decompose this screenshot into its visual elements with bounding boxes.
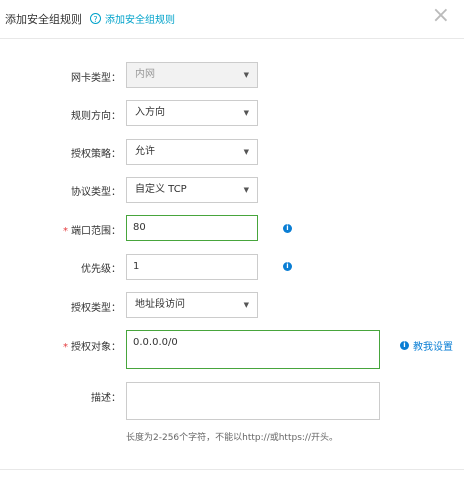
nic-type-value: 内网	[135, 69, 155, 80]
policy-select[interactable]: 允许 ▼	[126, 139, 258, 165]
info-icon[interactable]: i	[283, 262, 292, 271]
protocol-value: 自定义 TCP	[135, 184, 187, 195]
protocol-label: 协议类型：	[71, 187, 121, 198]
required-mark: *	[63, 226, 68, 237]
auth-type-label: 授权类型：	[71, 303, 121, 314]
chevron-down-icon: ▼	[243, 148, 249, 156]
chevron-down-icon: ▼	[243, 109, 249, 117]
nic-type-select[interactable]: 内网 ▼	[126, 62, 258, 88]
priority-label: 优先级：	[81, 264, 121, 275]
required-mark: *	[63, 342, 68, 353]
question-icon: ?	[90, 13, 101, 24]
teach-me-link[interactable]: i 教我设置	[400, 338, 453, 353]
help-link[interactable]: ? 添加安全组规则	[90, 11, 175, 26]
nic-type-label: 网卡类型：	[71, 73, 121, 84]
auth-object-label-text: 授权对象：	[71, 342, 121, 353]
direction-label: 规则方向：	[71, 111, 121, 122]
auth-object-textarea[interactable]: 0.0.0.0/0	[126, 330, 380, 369]
port-range-input[interactable]: 80	[126, 215, 258, 241]
protocol-select[interactable]: 自定义 TCP ▼	[126, 177, 258, 203]
teach-me-label: 教我设置	[413, 342, 453, 353]
chevron-down-icon: ▼	[243, 71, 249, 79]
footer-divider	[0, 469, 464, 470]
policy-label: 授权策略：	[71, 149, 121, 160]
help-label: 添加安全组规则	[105, 15, 175, 26]
dialog-title: 添加安全组规则	[5, 13, 82, 26]
info-icon: i	[400, 341, 409, 350]
direction-value: 入方向	[135, 107, 165, 118]
info-icon[interactable]: i	[283, 224, 292, 233]
auth-type-select[interactable]: 地址段访问 ▼	[126, 292, 258, 318]
policy-value: 允许	[135, 146, 155, 157]
auth-type-value: 地址段访问	[135, 299, 185, 310]
port-range-label: * 端口范围：	[63, 222, 121, 237]
dialog-header: 添加安全组规则 ? 添加安全组规则 ×	[0, 0, 464, 39]
description-hint: 长度为2-256个字符，不能以http://或https://开头。	[126, 433, 338, 443]
priority-input[interactable]: 1	[126, 254, 258, 280]
direction-select[interactable]: 入方向 ▼	[126, 100, 258, 126]
auth-object-label: * 授权对象：	[63, 338, 121, 353]
description-label: 描述：	[91, 393, 121, 404]
port-range-label-text: 端口范围：	[71, 226, 121, 237]
close-icon[interactable]: ×	[432, 5, 450, 27]
chevron-down-icon: ▼	[243, 301, 249, 309]
description-textarea[interactable]	[126, 382, 380, 420]
chevron-down-icon: ▼	[243, 186, 249, 194]
